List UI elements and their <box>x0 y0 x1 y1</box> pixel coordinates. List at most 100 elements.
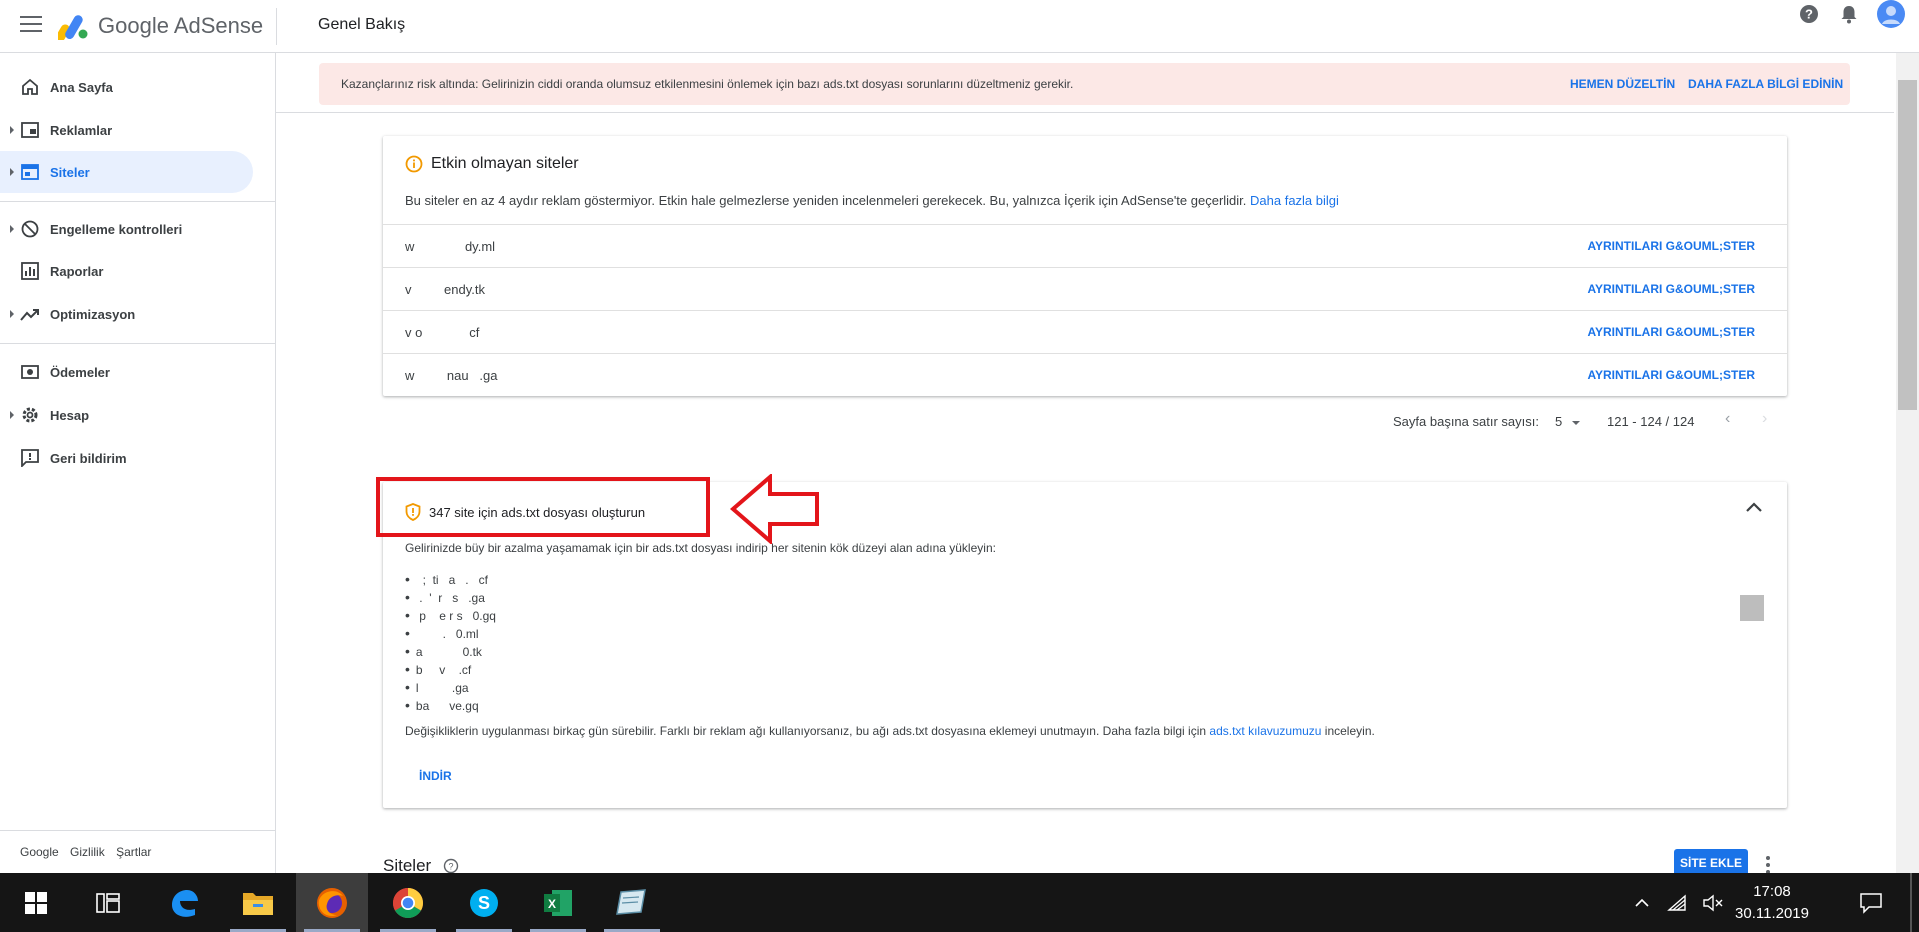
clock-date: 30.11.2019 <box>1735 905 1809 922</box>
more-info-link[interactable]: Daha fazla bilgi <box>1250 193 1339 208</box>
sites-icon <box>20 162 40 182</box>
sidebar-item-account[interactable]: Hesap <box>0 394 253 436</box>
notes-app-icon[interactable] <box>596 873 668 932</box>
show-details-button[interactable]: AYRINTILARI G&OUML;STER <box>1587 239 1755 253</box>
skype-icon[interactable]: S <box>448 873 520 932</box>
table-row: w nau .ga AYRINTILARI G&OUML;STER <box>383 353 1787 396</box>
chrome-icon[interactable] <box>372 873 444 932</box>
site-name: w nau .ga <box>405 368 498 383</box>
list-item: l .ga <box>405 678 496 696</box>
clock-time: 17:08 <box>1753 883 1791 900</box>
ads-txt-intro: Gelirinizde büy bir azalma yaşamamak içi… <box>405 541 996 555</box>
show-details-button[interactable]: AYRINTILARI G&OUML;STER <box>1587 368 1755 382</box>
sidebar-item-home[interactable]: Ana Sayfa <box>0 66 253 108</box>
wifi-icon[interactable] <box>1665 891 1691 915</box>
show-desktop-strip[interactable] <box>1910 873 1912 932</box>
sidebar-item-label: Ana Sayfa <box>50 79 113 95</box>
settings-icon <box>20 405 40 425</box>
sidebar-divider <box>0 343 276 344</box>
more-options-icon[interactable] <box>1765 855 1771 875</box>
show-details-button[interactable]: AYRINTILARI G&OUML;STER <box>1587 282 1755 296</box>
rows-per-page-label: Sayfa başına satır sayısı: <box>1393 414 1539 429</box>
sidebar-item-optimization[interactable]: Optimizasyon <box>0 293 253 335</box>
list-item: b v .cf <box>405 660 496 678</box>
download-button[interactable]: İNDİR <box>419 769 452 783</box>
sidebar-item-blocking-controls[interactable]: Engelleme kontrolleri <box>0 208 253 250</box>
show-hidden-icons-icon[interactable] <box>1632 891 1652 915</box>
start-icon[interactable] <box>0 873 72 932</box>
list-item: a 0.tk <box>405 642 496 660</box>
table-row: w dy.ml AYRINTILARI G&OUML;STER <box>383 224 1787 267</box>
account-avatar[interactable] <box>1875 0 1907 30</box>
excel-icon[interactable]: X <box>522 873 594 932</box>
help-outline-icon[interactable]: ? <box>443 858 459 874</box>
alert-text: Kazançlarınız risk altında: Gelirinizin … <box>341 77 1074 91</box>
annotation-highlight-box <box>376 477 710 537</box>
ads-txt-alert: Kazançlarınız risk altında: Gelirinizin … <box>319 63 1850 105</box>
ads-txt-note: Değişikliklerin uygulanması birkaç gün s… <box>405 724 1375 738</box>
sidebar-item-label: Geri bildirim <box>50 450 127 466</box>
task-view-icon[interactable] <box>72 873 144 932</box>
help-icon[interactable]: ? <box>1795 0 1823 28</box>
sidebar-item-ads[interactable]: Reklamlar <box>0 109 253 151</box>
footer-terms-link[interactable]: Şartlar <box>116 845 151 859</box>
feedback-icon <box>20 448 40 468</box>
next-page-icon[interactable]: › <box>1762 410 1767 428</box>
footer-privacy-link[interactable]: Gizlilik <box>70 845 105 859</box>
sidebar-item-label: Engelleme kontrolleri <box>50 221 183 237</box>
collapse-chevron-icon[interactable] <box>1744 500 1764 516</box>
volume-muted-icon[interactable] <box>1700 891 1726 915</box>
file-explorer-icon[interactable] <box>222 873 294 932</box>
note-end: inceleyin. <box>1324 724 1375 738</box>
adsense-logo-icon <box>58 15 88 40</box>
optimization-icon <box>20 304 40 324</box>
description-text: Bu siteler en az 4 aydır reklam göstermi… <box>405 193 1247 208</box>
windows-taskbar: S X 17:08 30.11.2019 <box>0 873 1919 932</box>
sidebar-item-reports[interactable]: Raporlar <box>0 250 253 292</box>
site-name: w dy.ml <box>405 239 496 254</box>
payments-icon <box>20 362 40 382</box>
sidebar-item-label: Ödemeler <box>50 364 110 380</box>
header-separator <box>276 112 1894 113</box>
show-details-button[interactable]: AYRINTILARI G&OUML;STER <box>1587 325 1755 339</box>
list-item: . 0.ml <box>405 624 496 642</box>
expand-caret-icon <box>10 411 14 419</box>
list-item: ; ti a . cf <box>405 570 496 588</box>
prev-page-icon[interactable]: ‹ <box>1725 410 1730 428</box>
action-center-icon[interactable] <box>1856 891 1886 915</box>
block-icon <box>20 219 40 239</box>
ads-txt-guide-link[interactable]: ads.txt kılavuzumuzu <box>1209 724 1321 738</box>
svg-text:X: X <box>548 897 556 911</box>
fix-now-button[interactable]: HEMEN DÜZELTİN <box>1570 77 1675 91</box>
learn-more-button[interactable]: DAHA FAZLA BİLGİ EDİNİN <box>1688 77 1843 91</box>
reports-icon <box>20 261 40 281</box>
info-icon <box>405 155 423 173</box>
list-item: p e r s 0.gq <box>405 606 496 624</box>
sidebar-item-label: Raporlar <box>50 263 104 279</box>
top-bar: Google AdSense Genel Bakış ? <box>0 0 1919 53</box>
table-row: v o cf AYRINTILARI G&OUML;STER <box>383 310 1787 353</box>
sidebar-item-sites[interactable]: Siteler <box>0 151 253 193</box>
sidebar-divider <box>0 201 276 202</box>
table-row: v endy.tk AYRINTILARI G&OUML;STER <box>383 267 1787 310</box>
expand-caret-icon <box>10 168 14 176</box>
edge-icon[interactable] <box>148 873 220 932</box>
menu-icon[interactable] <box>20 16 42 34</box>
list-item: . ' r s .ga <box>405 588 496 606</box>
firefox-icon[interactable] <box>296 873 368 932</box>
site-name: v endy.tk <box>405 282 485 297</box>
scrollbar-thumb[interactable] <box>1898 80 1917 410</box>
header-divider <box>276 8 277 45</box>
notifications-icon[interactable] <box>1835 0 1863 28</box>
system-clock[interactable]: 17:08 30.11.2019 <box>1732 881 1812 925</box>
rows-per-page-value: 5 <box>1555 414 1563 429</box>
page-title: Genel Bakış <box>318 16 406 33</box>
sidebar-item-label: Siteler <box>50 164 90 180</box>
expand-caret-icon <box>10 225 14 233</box>
rows-per-page-select[interactable]: 5 <box>1555 414 1580 429</box>
sidebar-item-payments[interactable]: Ödemeler <box>0 351 253 393</box>
sidebar-item-feedback[interactable]: Geri bildirim <box>0 437 253 479</box>
list-item: ba ve.gq <box>405 696 496 714</box>
sidebar: Ana Sayfa Reklamlar Siteler Engelleme ko… <box>0 53 276 873</box>
brand-title[interactable]: Google AdSense <box>98 13 263 39</box>
